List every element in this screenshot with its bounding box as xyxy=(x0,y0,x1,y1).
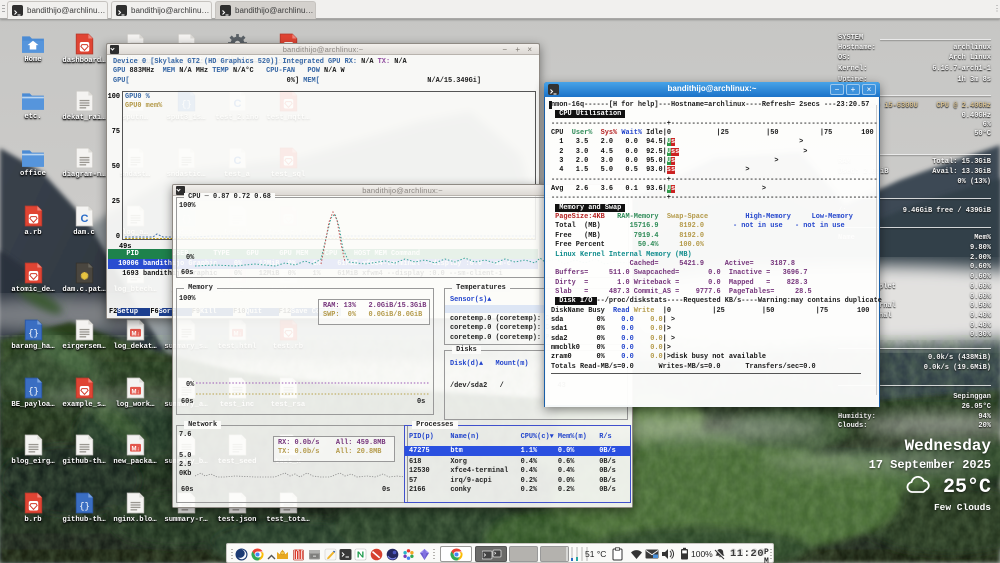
svg-text:{}: {} xyxy=(28,329,39,339)
svg-text:{}: {} xyxy=(79,502,90,512)
svg-text:✺: ✺ xyxy=(80,272,89,283)
svg-text:C: C xyxy=(80,213,88,225)
svg-text:M↓: M↓ xyxy=(131,331,139,337)
svg-text:{}: {} xyxy=(28,387,39,397)
svg-text:M↓: M↓ xyxy=(131,389,139,395)
svg-text:M↓: M↓ xyxy=(131,446,139,452)
